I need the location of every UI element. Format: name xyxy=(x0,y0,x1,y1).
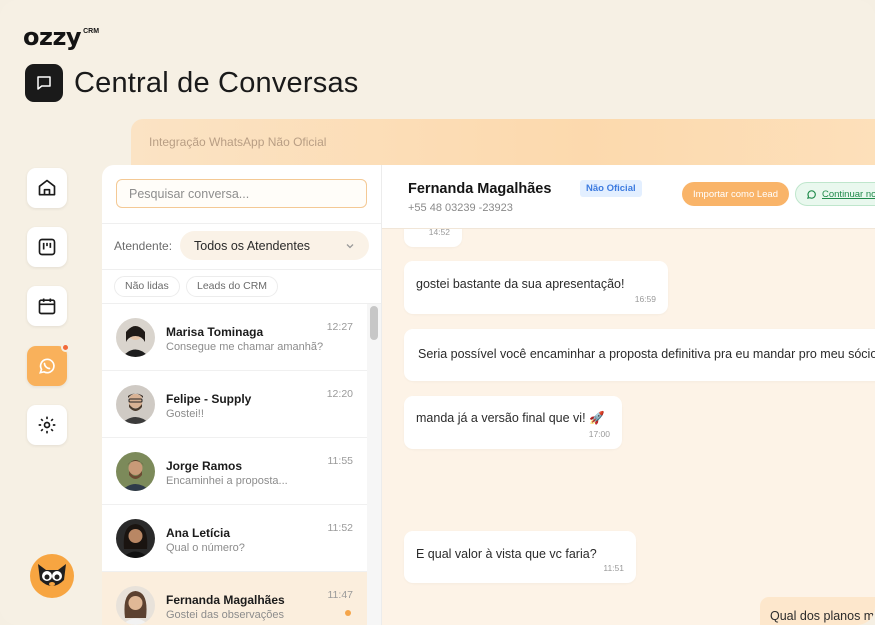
message-text: Qual dos planos ma xyxy=(770,609,875,623)
conversation-name: Jorge Ramos xyxy=(166,459,243,473)
logo-text: ozzy xyxy=(23,23,82,51)
conversation-item[interactable]: Ana Letícia Qual o número? 11:52 xyxy=(102,505,367,572)
chevron-down-icon xyxy=(346,243,354,248)
avatar xyxy=(116,318,155,357)
conversation-time: 11:47 xyxy=(327,589,354,601)
unread-dot xyxy=(345,610,351,616)
avatar xyxy=(116,385,155,424)
divider xyxy=(102,223,381,224)
message-bubble: E qual valor à vista que vc faria? 11:51 xyxy=(404,531,636,583)
conversation-time: 12:20 xyxy=(326,388,353,400)
chat-header: Fernanda Magalhães +55 48 03239 -23923 N… xyxy=(382,165,875,229)
message-text: gostei bastante da sua apresentação! xyxy=(416,277,625,291)
conversation-preview: Gostei!! xyxy=(166,408,204,420)
message-bubble: Seria possível você encaminhar a propost… xyxy=(404,329,875,381)
conversation-preview: Encaminhei a proposta... xyxy=(166,475,288,487)
logo: ozzy CRM xyxy=(23,23,100,51)
sidebar-item-whatsapp[interactable] xyxy=(27,343,70,386)
avatar xyxy=(116,519,155,558)
message-bubble: gostei bastante da sua apresentação! 16:… xyxy=(404,261,668,314)
conversation-name: Ana Letícia xyxy=(166,526,231,540)
message-bubble: manda já a versão final que vi! 🚀 17:00 xyxy=(404,396,622,449)
continue-button-label: Continuar no xyxy=(822,188,875,200)
sidebar-item-kanban[interactable] xyxy=(27,227,67,267)
message-text: E qual valor à vista que vc faria? xyxy=(416,547,597,561)
conversation-item[interactable]: Jorge Ramos Encaminhei a proposta... 11:… xyxy=(102,438,367,505)
logo-sup: CRM xyxy=(83,28,100,35)
whatsapp-icon xyxy=(39,358,55,374)
search-input[interactable] xyxy=(116,179,367,208)
attendant-select-value: Todos os Atendentes xyxy=(194,238,311,253)
conversation-list: Marisa Tominaga Consegue me chamar amanh… xyxy=(102,304,367,625)
chat-bubble-icon xyxy=(25,64,63,102)
notification-dot xyxy=(61,343,70,352)
attendant-select[interactable]: Todos os Atendentes xyxy=(180,231,369,260)
home-icon xyxy=(38,179,56,196)
sidebar-item-calendar[interactable] xyxy=(27,286,67,326)
conversation-list-panel: Atendente: Todos os Atendentes Não lidas… xyxy=(102,165,382,625)
conversation-item[interactable]: Fernanda Magalhães Gostei das observaçõe… xyxy=(102,572,367,625)
message-text: Seria possível você encaminhar a propost… xyxy=(418,347,875,361)
conversation-name: Fernanda Magalhães xyxy=(166,593,285,607)
contact-phone: +55 48 03239 -23923 xyxy=(408,202,513,214)
conversation-item[interactable]: Felipe - Supply Gostei!! 12:20 xyxy=(102,371,367,438)
conversation-time: 11:55 xyxy=(327,455,354,467)
conversation-time: 11:52 xyxy=(327,522,354,534)
avatar xyxy=(116,452,155,491)
conversation-time: 12:27 xyxy=(326,321,353,333)
divider xyxy=(102,269,381,270)
message-time: 16:59 xyxy=(634,294,656,304)
gear-icon xyxy=(38,416,56,434)
scrollbar-thumb[interactable] xyxy=(370,306,378,340)
whatsapp-icon xyxy=(806,189,816,199)
integration-banner: Integração WhatsApp Não Oficial xyxy=(131,119,875,167)
app-window: ozzy CRM Central de Conversas Integração… xyxy=(0,0,875,625)
conversation-preview: Gostei das observações xyxy=(166,609,285,621)
calendar-icon xyxy=(38,298,56,315)
filter-unread[interactable]: Não lidas xyxy=(114,276,180,297)
contact-name: Fernanda Magalhães xyxy=(408,181,552,197)
avatar xyxy=(116,586,155,625)
filter-crm-leads[interactable]: Leads do CRM xyxy=(186,276,279,297)
conversation-preview: Qual o número? xyxy=(166,542,245,554)
message-time: 17:00 xyxy=(588,429,610,439)
attendant-label: Atendente: xyxy=(114,239,173,253)
status-badge: Não Oficial xyxy=(580,180,642,197)
message-bubble-outgoing: Qual dos planos ma xyxy=(760,597,875,625)
scrollbar-track[interactable] xyxy=(367,304,381,625)
sidebar-item-home[interactable] xyxy=(27,168,67,208)
conversation-item[interactable]: Marisa Tominaga Consegue me chamar amanh… xyxy=(102,304,367,371)
continue-whatsapp-button[interactable]: Continuar no xyxy=(795,182,875,206)
page-title: Central de Conversas xyxy=(74,67,359,99)
conversation-preview: Consegue me chamar amanhã? xyxy=(166,341,324,353)
conversation-name: Felipe - Supply xyxy=(166,392,252,406)
mascot-avatar[interactable] xyxy=(30,554,74,598)
import-lead-button[interactable]: Importar como Lead xyxy=(682,182,789,206)
message-time: 11:51 xyxy=(603,563,624,573)
message-text: manda já a versão final que vi! 🚀 xyxy=(416,411,605,425)
chat-panel: 14:52 gostei bastante da sua apresentaçã… xyxy=(382,165,875,625)
kanban-icon xyxy=(38,238,56,256)
sidebar-item-settings[interactable] xyxy=(27,405,67,445)
conversation-name: Marisa Tominaga xyxy=(166,325,264,339)
